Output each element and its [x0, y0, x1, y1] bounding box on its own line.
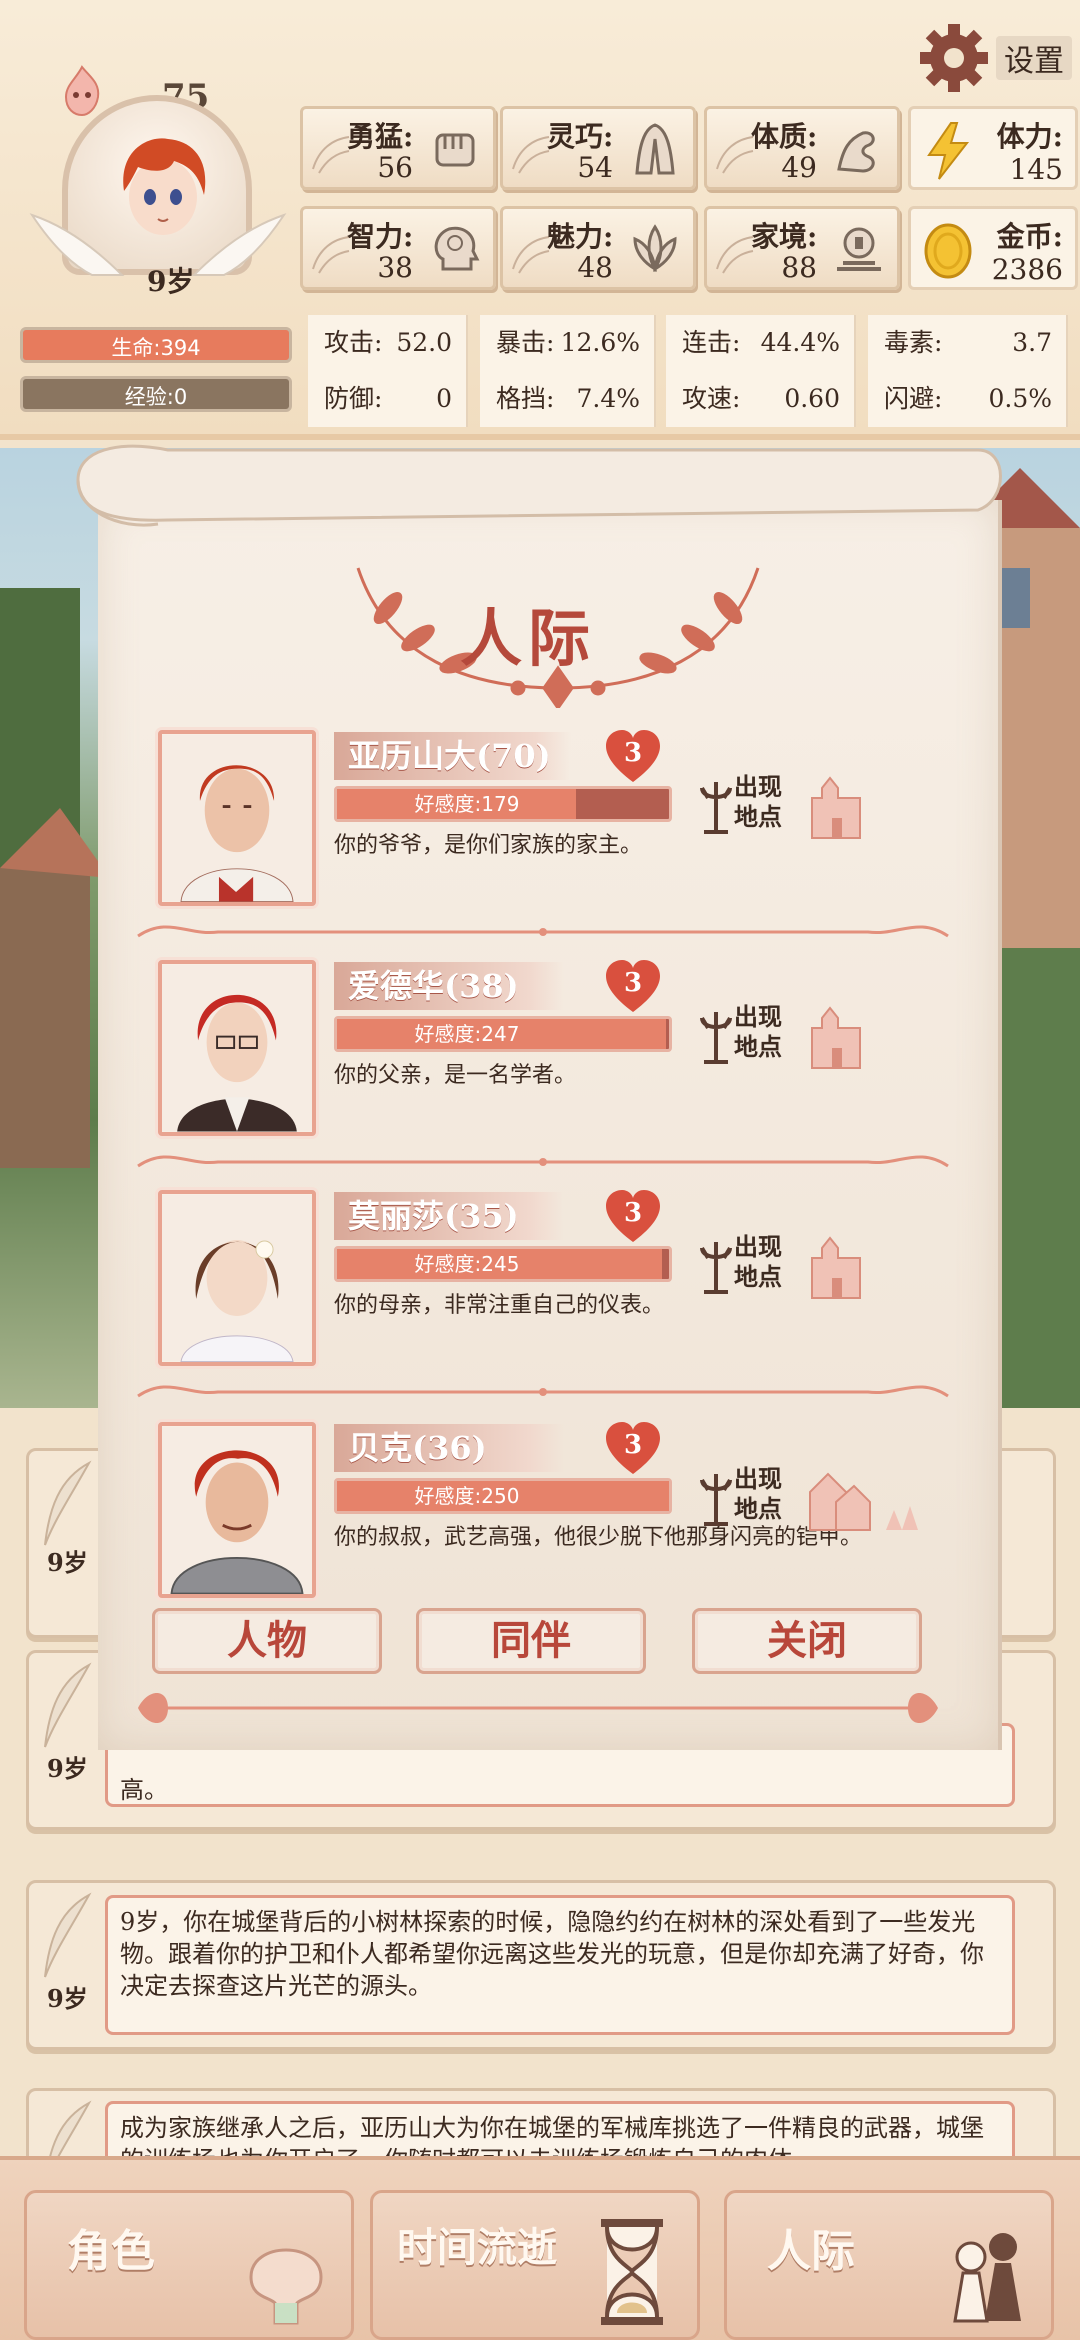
divider-ornament [137, 925, 949, 938]
stat-card-constitution[interactable]: 体质: 49 [704, 106, 900, 190]
scroll-curl [76, 444, 1002, 527]
companion-button[interactable]: 同伴 [416, 1608, 646, 1674]
character-name: 莫丽莎(35) [334, 1192, 564, 1240]
character-card[interactable]: 爱德华(38) 3 好感度:247 你的父亲，是一名学者。 出现 地点 [137, 960, 988, 1170]
character-card[interactable]: 亚历山大(70) 3 好感度:179 你的爷爷，是你们家族的家主。 出现 地点 [137, 730, 988, 940]
nav-social-button[interactable]: 人际 [724, 2190, 1054, 2340]
attr-poison: 毒素: 3.7 [868, 315, 1068, 371]
affinity-bar: 好感度:250 [334, 1478, 672, 1514]
heart-icon: 3 [604, 1422, 662, 1476]
location-label: 出现 地点 [734, 772, 782, 831]
combat-attributes: 攻击: 52.0 暴击: 12.6% 连击: 44.4% 毒素: 3.7 防御: 0 格挡… [308, 305, 1076, 431]
muscle-arm-icon [837, 131, 875, 173]
relations-dialog: 人际 亚历山大(70) 3 好感度:179 你的爷爷，是你们家族的家主。 出现地… [48, 440, 1008, 1770]
stat-card-agility[interactable]: 灵巧: 54 [500, 106, 696, 190]
stat-card-bravery[interactable]: 勇猛: 56 [300, 106, 496, 190]
character-portrait [158, 1422, 316, 1598]
attr-attack: 攻击: 52.0 [308, 315, 468, 371]
heart-icon: 3 [604, 730, 662, 784]
village-icon [809, 1472, 918, 1531]
location-pin-icon [700, 1242, 732, 1294]
fist-icon [435, 133, 475, 167]
attr-crit: 暴击: 12.6% [480, 315, 656, 371]
affinity-bar: 好感度:245 [334, 1246, 672, 1282]
location-pin-icon [700, 1012, 732, 1064]
attr-defense: 防御: 0 [308, 371, 468, 427]
divider-ornament [137, 1385, 949, 1398]
exp-bar: 经验:0 [20, 376, 292, 412]
chess-pawns-icon [953, 2233, 1021, 2323]
character-portrait [158, 730, 316, 906]
hourglass-icon [601, 2219, 663, 2325]
character-bust-icon [249, 2248, 323, 2325]
character-name: 亚历山大(70) [334, 732, 571, 780]
divider-ornament [137, 1155, 949, 1168]
location-pin-icon [700, 1474, 732, 1526]
gold-card[interactable]: 金币: 2386 [908, 206, 1078, 290]
character-card[interactable]: 贝克(36) 3 好感度:250 你的叔叔，武艺高强，他很少脱下他那身闪亮的铠甲… [158, 1422, 988, 1632]
character-portrait [158, 960, 316, 1136]
player-avatar-frame[interactable]: 75 9岁 [22, 55, 294, 305]
lotus-icon [633, 224, 677, 273]
location-pin-icon [700, 782, 732, 834]
attr-block: 格挡: 7.4% [480, 371, 656, 427]
castle-icon [811, 1006, 861, 1069]
affinity-bar: 好感度:247 [334, 1016, 672, 1052]
attr-attack-speed: 攻速: 0.60 [666, 371, 856, 427]
location-label: 出现 地点 [734, 1232, 782, 1291]
settings-button[interactable]: 设置 [916, 20, 1076, 92]
bottom-nav: 角色 时间流逝 人际 [0, 2156, 1080, 2340]
heart-icon: 3 [604, 1190, 662, 1244]
character-name: 贝克(36) [334, 1424, 564, 1472]
castle-icon [811, 1236, 861, 1299]
player-age: 9岁 [147, 265, 195, 298]
location-label: 出现 地点 [734, 1002, 782, 1061]
status-panel: 75 9岁 生命:394 经验:0 勇猛: 56 灵巧: 54 体质: 49 智… [0, 0, 1080, 440]
affinity-bar: 好感度:179 [334, 786, 672, 822]
quill-icon [44, 1892, 92, 1978]
spirit-flame-icon [64, 65, 100, 117]
lightning-icon [927, 122, 970, 180]
stat-card-family[interactable]: 家境: 88 [704, 206, 900, 290]
location-label: 出现 地点 [734, 1464, 782, 1523]
stat-card-charisma[interactable]: 魅力: 48 [500, 206, 696, 290]
close-button[interactable]: 关闭 [692, 1608, 922, 1674]
log-entry[interactable]: 9岁 9岁，你在城堡背后的小树林探索的时候，隐隐约约在树林的深处看到了一些发光物… [26, 1880, 1056, 2050]
stamina-card[interactable]: 体力: 145 [908, 106, 1078, 190]
attr-dodge: 闪避: 0.5% [868, 371, 1068, 427]
heart-icon: 3 [604, 960, 662, 1014]
people-button[interactable]: 人物 [152, 1608, 382, 1674]
castle-icon [811, 776, 861, 839]
hp-bar: 生命:394 [20, 327, 292, 363]
stat-card-intelligence[interactable]: 智力: 38 [300, 206, 496, 290]
coin-stack-icon [837, 227, 881, 271]
nav-role-button[interactable]: 角色 [24, 2190, 354, 2340]
cloak-icon [635, 123, 675, 175]
character-portrait [158, 1190, 316, 1366]
attr-combo: 连击: 44.4% [666, 315, 856, 371]
gold-coin-icon [924, 223, 972, 279]
dialog-title: 人际 [459, 602, 596, 675]
nav-time-button[interactable]: 时间流逝 [370, 2190, 700, 2340]
character-card[interactable]: 莫丽莎(35) 3 好感度:245 你的母亲，非常注重自己的仪表。 出现 地点 [137, 1190, 988, 1400]
brain-head-icon [434, 226, 480, 271]
gear-icon [920, 24, 988, 92]
character-name: 爱德华(38) [334, 962, 564, 1010]
flourish-ornament [138, 1693, 938, 1723]
